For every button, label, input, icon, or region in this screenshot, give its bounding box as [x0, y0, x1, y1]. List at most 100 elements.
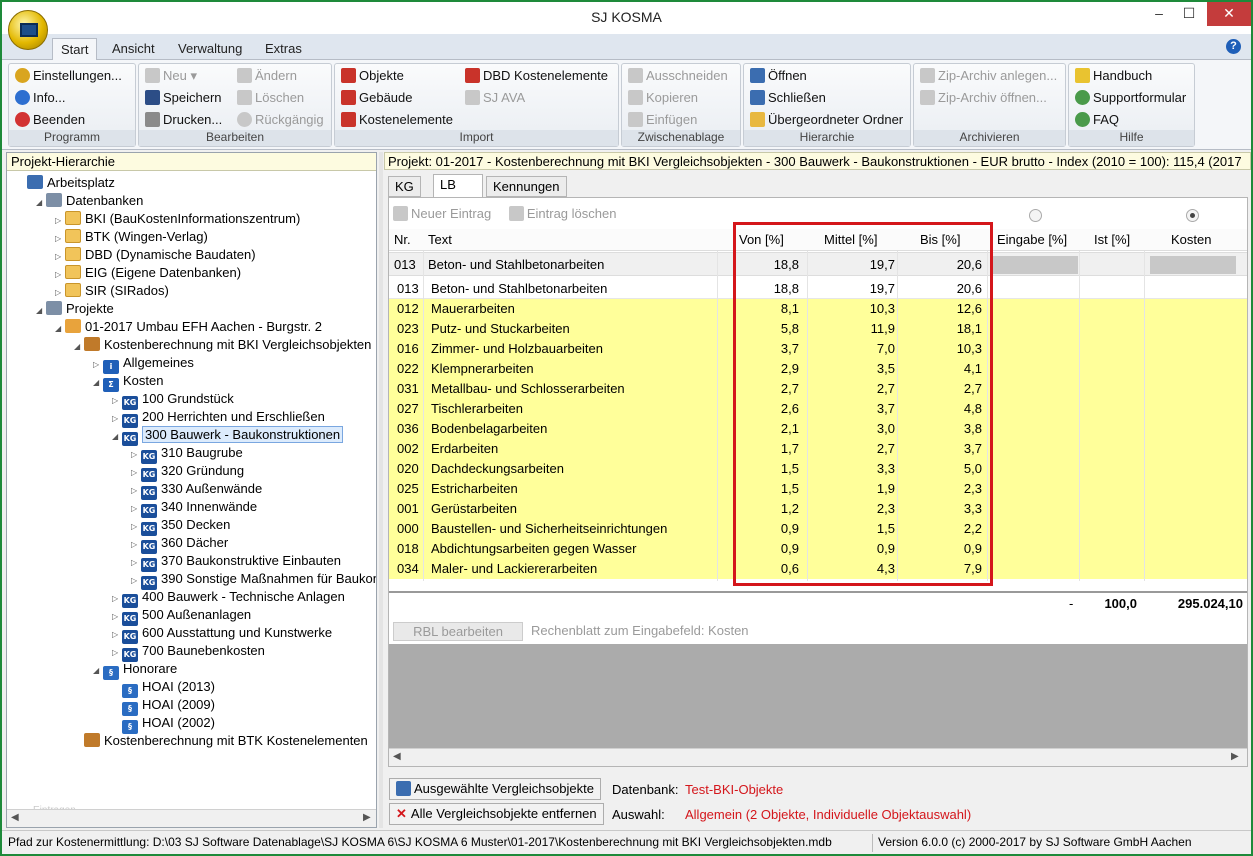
collapse-icon[interactable]: ◢ [93, 374, 103, 392]
radio-eingabe[interactable] [1029, 209, 1042, 222]
grid-horizontal-scrollbar[interactable]: ◀ ▶ [389, 748, 1247, 766]
tree-node[interactable]: ▷ KG 400 Bauwerk - Technische Anlagen [112, 588, 345, 608]
collapse-icon[interactable]: ◢ [93, 662, 103, 680]
help-icon[interactable]: ? [1226, 39, 1241, 54]
tab-kennungen[interactable]: Kennungen [486, 176, 567, 197]
tree-node[interactable]: ▷ KG 390 Sonstige Maßnahmen für Baukons [131, 570, 376, 590]
scroll-left-icon[interactable]: ◀ [393, 751, 401, 762]
tree-node[interactable]: ▷ KG 340 Innenwände [131, 498, 257, 518]
tree-node[interactable]: § HOAI (2002) [112, 714, 215, 734]
import-sjava-button[interactable]: SJ AVA [465, 90, 525, 110]
col-von[interactable]: Von [%] [739, 232, 784, 247]
einstellungen-button[interactable]: Einstellungen... [15, 68, 122, 88]
panel-splitter[interactable] [379, 152, 383, 828]
ausgewaehlte-vergleichsobjekte-button[interactable]: Ausgewählte Vergleichsobjekte [389, 778, 601, 800]
radio-kosten[interactable] [1186, 209, 1199, 222]
neuer-eintrag-button[interactable]: Neuer Eintrag [393, 206, 491, 221]
tree-node[interactable]: ◢ Kostenberechnung mit BKI Vergleichsobje… [74, 336, 371, 354]
application-menu-button[interactable] [8, 10, 48, 50]
collapse-icon[interactable]: ◢ [36, 302, 46, 320]
collapse-icon[interactable]: ◢ [74, 338, 84, 356]
scroll-right-icon[interactable]: ▶ [363, 812, 371, 823]
table-row[interactable]: 020 Dachdeckungsarbeiten 1,5 3,3 5,0 [389, 459, 1247, 479]
zip-anlegen-button[interactable]: Zip-Archiv anlegen... [920, 68, 1057, 88]
tree-node[interactable]: ▷ KG 370 Baukonstruktive Einbauten [131, 552, 341, 572]
einfuegen-button[interactable]: Einfügen [628, 112, 697, 132]
tree-node[interactable]: ▷ DBD (Dynamische Baudaten) [55, 246, 256, 264]
import-gebaeude-button[interactable]: Gebäude [341, 90, 413, 110]
tab-extras[interactable]: Extras [257, 38, 310, 60]
col-kosten[interactable]: Kosten [1171, 232, 1211, 247]
tab-kg[interactable]: KG [388, 176, 421, 197]
tree-node[interactable]: ▷ i Allgemeines [93, 354, 194, 374]
handbuch-button[interactable]: Handbuch [1075, 68, 1152, 88]
vergleichsobjekte-entfernen-button[interactable]: ✕ Alle Vergleichsobjekte entfernen [389, 803, 604, 825]
tree-node[interactable]: ◢ Datenbanken [36, 192, 143, 210]
tree-node[interactable]: ◢ KG 300 Bauwerk - Baukonstruktionen [112, 426, 344, 446]
beenden-button[interactable]: Beenden [15, 112, 85, 132]
tree-node[interactable]: ◢ 01-2017 Umbau EFH Aachen - Burgstr. 2 [55, 318, 322, 336]
tree-node[interactable]: ▷ BKI (BauKostenInformationszentrum) [55, 210, 300, 228]
tab-start[interactable]: Start [52, 38, 98, 60]
tree-node[interactable]: ▷ KG 310 Baugrube [131, 444, 243, 464]
drucken-button[interactable]: Drucken... [145, 112, 222, 132]
speichern-button[interactable]: Speichern [145, 90, 222, 110]
zip-oeffnen-button[interactable]: Zip-Archiv öffnen... [920, 90, 1047, 110]
tree-node[interactable]: ◢ § Honorare [93, 660, 177, 680]
tab-verwaltung[interactable]: Verwaltung [170, 38, 250, 60]
tree-node[interactable]: § HOAI (2013) [112, 678, 215, 698]
tree-node[interactable]: § HOAI (2009) [112, 696, 215, 716]
minimize-button[interactable]: – [1144, 2, 1174, 26]
loeschen-button[interactable]: Löschen [237, 90, 304, 110]
tree-node[interactable]: ▷ KG 200 Herrichten und Erschließen [112, 408, 325, 428]
faq-button[interactable]: FAQ [1075, 112, 1119, 132]
table-row[interactable]: 000 Baustellen- und Sicherheitseinrichtun… [389, 519, 1247, 539]
tree-node[interactable]: ▷ KG 700 Baunebenkosten [112, 642, 265, 662]
ausschneiden-button[interactable]: Ausschneiden [628, 68, 728, 88]
tree-node[interactable]: ▷ KG 360 Dächer [131, 534, 228, 554]
collapse-icon[interactable]: ◢ [112, 428, 122, 446]
table-row[interactable]: 002 Erdarbeiten 1,7 2,7 3,7 [389, 439, 1247, 459]
table-row[interactable]: 016 Zimmer- und Holzbauarbeiten 3,7 7,0 10,3 [389, 339, 1247, 359]
col-text[interactable]: Text [428, 232, 452, 247]
tree-node[interactable]: Arbeitsplatz [17, 174, 115, 192]
col-eingabe[interactable]: Eingabe [%] [997, 232, 1067, 247]
info-button[interactable]: Info... [15, 90, 66, 110]
col-nr[interactable]: Nr. [394, 232, 411, 247]
tree-node[interactable]: ▷ KG 350 Decken [131, 516, 230, 536]
tree-node[interactable]: ▷ KG 320 Gründung [131, 462, 244, 482]
tree-horizontal-scrollbar[interactable]: ◀ ▶ [7, 809, 376, 827]
table-row[interactable]: 025 Estricharbeiten 1,5 1,9 2,3 [389, 479, 1247, 499]
import-kostenelemente-button[interactable]: Kostenelemente [341, 112, 453, 132]
tree-node[interactable]: ▷ BTK (Wingen-Verlag) [55, 228, 208, 246]
table-row[interactable]: 013 Beton- und Stahlbetonarbeiten 18,8 19,7… [389, 279, 1247, 299]
collapse-icon[interactable]: ◢ [55, 320, 65, 338]
tree-node[interactable]: ▷ KG 100 Grundstück [112, 390, 234, 410]
col-mittel[interactable]: Mittel [%] [824, 232, 877, 247]
table-row[interactable]: 031 Metallbau- und Schlosserarbeiten 2,7 2,… [389, 379, 1247, 399]
oeffnen-button[interactable]: Öffnen [750, 68, 807, 88]
table-row[interactable]: 023 Putz- und Stuckarbeiten 5,8 11,9 18,1 [389, 319, 1247, 339]
rbl-bearbeiten-button[interactable]: RBL bearbeiten [393, 622, 523, 641]
col-bis[interactable]: Bis [%] [920, 232, 960, 247]
schliessen-button[interactable]: Schließen [750, 90, 826, 110]
scroll-left-icon[interactable]: ◀ [11, 812, 19, 823]
table-row[interactable]: 027 Tischlerarbeiten 2,6 3,7 4,8 [389, 399, 1247, 419]
tree-node[interactable]: ▷ SIR (SIRados) [55, 282, 169, 300]
tree-node[interactable]: ▷ EIG (Eigene Datenbanken) [55, 264, 241, 282]
eintrag-loeschen-button[interactable]: Eintrag löschen [508, 206, 616, 221]
tree-node[interactable]: ◢ Projekte [36, 300, 114, 318]
import-dbd-button[interactable]: DBD Kostenelemente [465, 68, 608, 88]
tree-node[interactable]: ▷ KG 600 Ausstattung und Kunstwerke [112, 624, 332, 644]
aendern-button[interactable]: Ändern [237, 68, 297, 88]
tab-lb[interactable]: LB [433, 174, 483, 197]
neu-button[interactable]: Neu ▾ [145, 68, 197, 88]
kopieren-button[interactable]: Kopieren [628, 90, 698, 110]
import-objekte-button[interactable]: Objekte [341, 68, 404, 88]
tree-node[interactable]: ◢ Σ Kosten [93, 372, 163, 392]
support-button[interactable]: Supportformular [1075, 90, 1186, 110]
table-row[interactable]: 018 Abdichtungsarbeiten gegen Wasser 0,9 0,… [389, 539, 1247, 559]
col-ist[interactable]: Ist [%] [1094, 232, 1130, 247]
table-row[interactable]: 036 Bodenbelagarbeiten 2,1 3,0 3,8 [389, 419, 1247, 439]
collapse-icon[interactable]: ◢ [36, 194, 46, 212]
